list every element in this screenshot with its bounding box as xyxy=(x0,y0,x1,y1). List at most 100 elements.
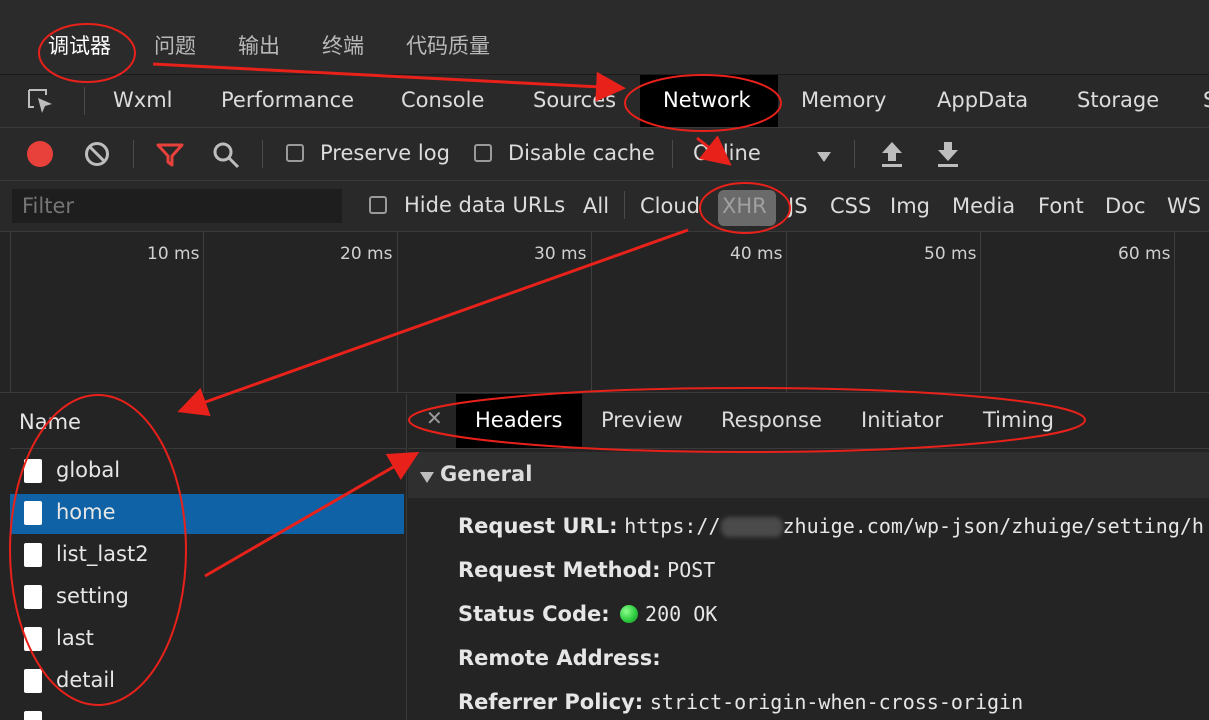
general-section-header[interactable]: General xyxy=(408,452,1209,498)
request-name: setting xyxy=(56,584,129,608)
tab-performance[interactable]: Performance xyxy=(221,88,354,112)
top-tab-debugger[interactable]: 调试器 xyxy=(48,30,111,60)
filter-type-media[interactable]: Media xyxy=(952,194,1015,218)
top-tab-code-quality[interactable]: 代码质量 xyxy=(406,30,490,60)
hide-data-urls-label: Hide data URLs xyxy=(404,193,566,217)
detail-tab-bar: ✕ Headers Preview Response Initiator Tim… xyxy=(408,394,1209,449)
filter-type-cloud[interactable]: Cloud xyxy=(640,194,700,218)
request-row-partial[interactable] xyxy=(10,704,404,720)
window-top-strip xyxy=(0,0,1209,16)
tab-initiator[interactable]: Initiator xyxy=(861,408,943,432)
file-icon xyxy=(24,711,42,720)
request-row-setting[interactable]: setting xyxy=(10,578,404,618)
filter-type-doc[interactable]: Doc xyxy=(1105,194,1146,218)
divider xyxy=(262,140,263,168)
referrer-policy-row: Referrer Policy: strict-origin-when-cros… xyxy=(458,690,1023,714)
divider xyxy=(672,140,673,168)
file-icon xyxy=(24,627,42,651)
filter-type-img[interactable]: Img xyxy=(890,194,930,218)
request-method-row: Request Method: POST xyxy=(458,558,715,582)
request-row-list-last2[interactable]: list_last2 xyxy=(10,536,404,576)
tab-console[interactable]: Console xyxy=(401,88,484,112)
request-name: global xyxy=(56,458,121,482)
request-row-global[interactable]: global xyxy=(10,452,404,492)
hide-data-urls-checkbox[interactable] xyxy=(369,196,387,214)
request-name: list_last2 xyxy=(56,542,149,566)
tab-overflow[interactable]: S xyxy=(1203,88,1209,112)
request-url-value: https:// xyxy=(624,514,721,538)
tab-wxml[interactable]: Wxml xyxy=(113,88,172,112)
disable-cache-checkbox[interactable] xyxy=(474,144,492,162)
throttling-select[interactable]: Online xyxy=(693,141,761,165)
file-icon xyxy=(24,459,42,483)
download-icon[interactable] xyxy=(936,140,960,172)
tab-headers[interactable]: Headers xyxy=(475,408,562,432)
clear-icon[interactable] xyxy=(84,141,110,171)
tab-network[interactable]: Network xyxy=(663,88,751,112)
filter-type-xhr[interactable]: XHR xyxy=(722,194,767,218)
timeline-label: 50 ms xyxy=(924,244,977,264)
file-icon xyxy=(24,501,42,525)
top-tab-terminal[interactable]: 终端 xyxy=(322,30,364,60)
tab-timing[interactable]: Timing xyxy=(983,408,1054,432)
request-url-label: Request URL: xyxy=(458,514,618,538)
search-icon[interactable] xyxy=(212,141,240,173)
filter-type-css[interactable]: CSS xyxy=(830,194,871,218)
filter-bar: Hide data URLs All Cloud XHR JS CSS Img … xyxy=(0,181,1209,232)
divider xyxy=(84,87,85,115)
timeline-label: 20 ms xyxy=(340,244,393,264)
timeline-label: 10 ms xyxy=(147,244,200,264)
tab-sources[interactable]: Sources xyxy=(533,88,616,112)
request-row-detail[interactable]: detail xyxy=(10,662,404,702)
tab-response[interactable]: Response xyxy=(721,408,822,432)
tab-preview[interactable]: Preview xyxy=(601,408,683,432)
request-details: ✕ Headers Preview Response Initiator Tim… xyxy=(408,394,1209,720)
top-tab-output[interactable]: 输出 xyxy=(238,30,280,60)
tab-appdata[interactable]: AppData xyxy=(937,88,1028,112)
timeline-label: 40 ms xyxy=(730,244,783,264)
timeline-gridline xyxy=(1174,232,1175,392)
filter-type-ws[interactable]: WS xyxy=(1167,194,1201,218)
file-icon xyxy=(24,543,42,567)
file-icon xyxy=(24,669,42,693)
redacted-blur xyxy=(720,517,783,537)
chevron-down-icon[interactable] xyxy=(816,148,832,167)
filter-icon[interactable] xyxy=(156,142,184,172)
preserve-log-checkbox[interactable] xyxy=(286,144,304,162)
timeline-gridline xyxy=(10,232,11,392)
status-ok-icon xyxy=(620,605,639,623)
tab-storage[interactable]: Storage xyxy=(1077,88,1159,112)
inspect-element-icon[interactable] xyxy=(26,87,56,121)
record-icon[interactable] xyxy=(27,141,53,167)
triangle-down-icon xyxy=(420,468,434,487)
name-column-header[interactable]: Name xyxy=(10,394,406,449)
top-tab-bar: 调试器 问题 输出 终端 代码质量 xyxy=(0,16,1209,75)
filter-type-all[interactable]: All xyxy=(583,194,609,218)
request-list: Name global home list_last2 setting last… xyxy=(10,394,407,720)
request-row-last[interactable]: last xyxy=(10,620,404,660)
network-timeline[interactable]: 10 ms 20 ms 30 ms 40 ms 50 ms 60 ms xyxy=(0,232,1209,393)
timeline-label: 60 ms xyxy=(1118,244,1171,264)
request-name: last xyxy=(56,626,94,650)
divider xyxy=(624,191,625,219)
timeline-gridline xyxy=(591,232,592,392)
remote-address-row: Remote Address: xyxy=(458,646,661,670)
close-icon[interactable]: ✕ xyxy=(426,406,443,430)
upload-icon[interactable] xyxy=(880,140,904,172)
referrer-policy-label: Referrer Policy: xyxy=(458,690,644,714)
request-url-row: Request URL: https:// zhuige.com/wp-json/… xyxy=(458,514,1204,538)
divider xyxy=(133,140,134,168)
disable-cache-label: Disable cache xyxy=(508,141,655,165)
request-name: home xyxy=(56,500,116,524)
filter-input[interactable] xyxy=(12,189,342,223)
timeline-gridline xyxy=(980,232,981,392)
timeline-gridline xyxy=(786,232,787,392)
divider xyxy=(854,140,855,168)
tab-memory[interactable]: Memory xyxy=(801,88,886,112)
top-tab-problems[interactable]: 问题 xyxy=(154,30,196,60)
request-row-home[interactable]: home xyxy=(10,494,404,534)
filter-type-font[interactable]: Font xyxy=(1038,194,1084,218)
timeline-label: 30 ms xyxy=(534,244,587,264)
preserve-log-label: Preserve log xyxy=(320,141,450,165)
filter-type-js[interactable]: JS xyxy=(788,194,808,218)
